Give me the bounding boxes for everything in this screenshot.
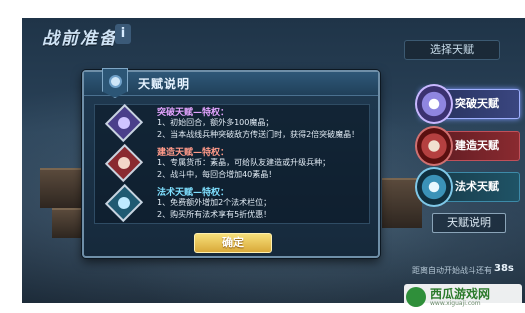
breakthrough-emblem-icon — [415, 84, 453, 124]
spell-icon — [104, 183, 144, 223]
row-line: 1、专属货币：素晶，可给队友建造或升级兵种； — [157, 158, 331, 167]
row-line: 1、初始回合，额外多100魔晶； — [157, 118, 274, 127]
row-line: 2、当本战线兵种突破敌方传送门时，获得2倍突破魔晶！ — [157, 130, 360, 139]
talent-label: 建造天赋 — [455, 139, 499, 152]
talent-button-breakthrough[interactable]: 突破天赋 — [415, 84, 520, 124]
talent-row-breakthrough: 突破天赋—特权： 1、初始回合，额外多100魔晶； 2、当本战线兵种突破敌方传送… — [95, 103, 369, 145]
talent-explain-dialog: 天赋说明 突破天赋—特权： 1、初始回合，额外多100魔晶； 2、当本战线兵种突… — [82, 68, 380, 258]
watermark-url: www.xiguaji.com — [430, 300, 481, 307]
tower-emblem-icon — [415, 126, 453, 166]
site-watermark: 西瓜游戏网 www.xiguaji.com — [404, 284, 522, 310]
talent-label: 突破天赋 — [455, 97, 499, 110]
countdown-timer: 38s — [494, 263, 514, 274]
row-line: 2、战斗中，每回合增加40素晶！ — [157, 170, 277, 179]
watermelon-logo-icon — [406, 287, 426, 307]
dialog-badge-icon — [102, 68, 128, 98]
select-talent-header: 选择天赋 — [404, 40, 500, 60]
talent-button-build[interactable]: 建造天赋 — [415, 126, 520, 166]
talent-description-list: 突破天赋—特权： 1、初始回合，额外多100魔晶； 2、当本战线兵种突破敌方传送… — [94, 103, 370, 225]
talent-explain-button[interactable]: 天赋说明 — [432, 213, 506, 233]
info-icon[interactable]: i — [115, 24, 131, 44]
talent-row-build: 建造天赋—特权： 1、专属货币：素晶，可给队友建造或升级兵种； 2、战斗中，每回… — [95, 143, 369, 185]
auto-start-text: 距离自动开始战斗还有 — [412, 266, 492, 275]
confirm-button[interactable]: 确定 — [194, 233, 272, 253]
talent-button-spell[interactable]: 法术天赋 — [415, 167, 520, 207]
dialog-header: 天赋说明 — [84, 68, 378, 98]
breakthrough-icon — [104, 103, 144, 143]
talent-label: 法术天赋 — [455, 180, 499, 193]
page-title: 战前准备 — [42, 29, 118, 49]
row-line: 1、免费额外增加2个法术栏位； — [157, 198, 272, 207]
spell-emblem-icon — [415, 167, 453, 207]
talent-row-spell: 法术天赋—特权： 1、免费额外增加2个法术栏位； 2、购买所有法术享有5折优惠！ — [95, 183, 369, 225]
row-line: 2、购买所有法术享有5折优惠！ — [157, 210, 272, 219]
dialog-title: 天赋说明 — [138, 77, 191, 91]
tower-icon — [104, 143, 144, 183]
